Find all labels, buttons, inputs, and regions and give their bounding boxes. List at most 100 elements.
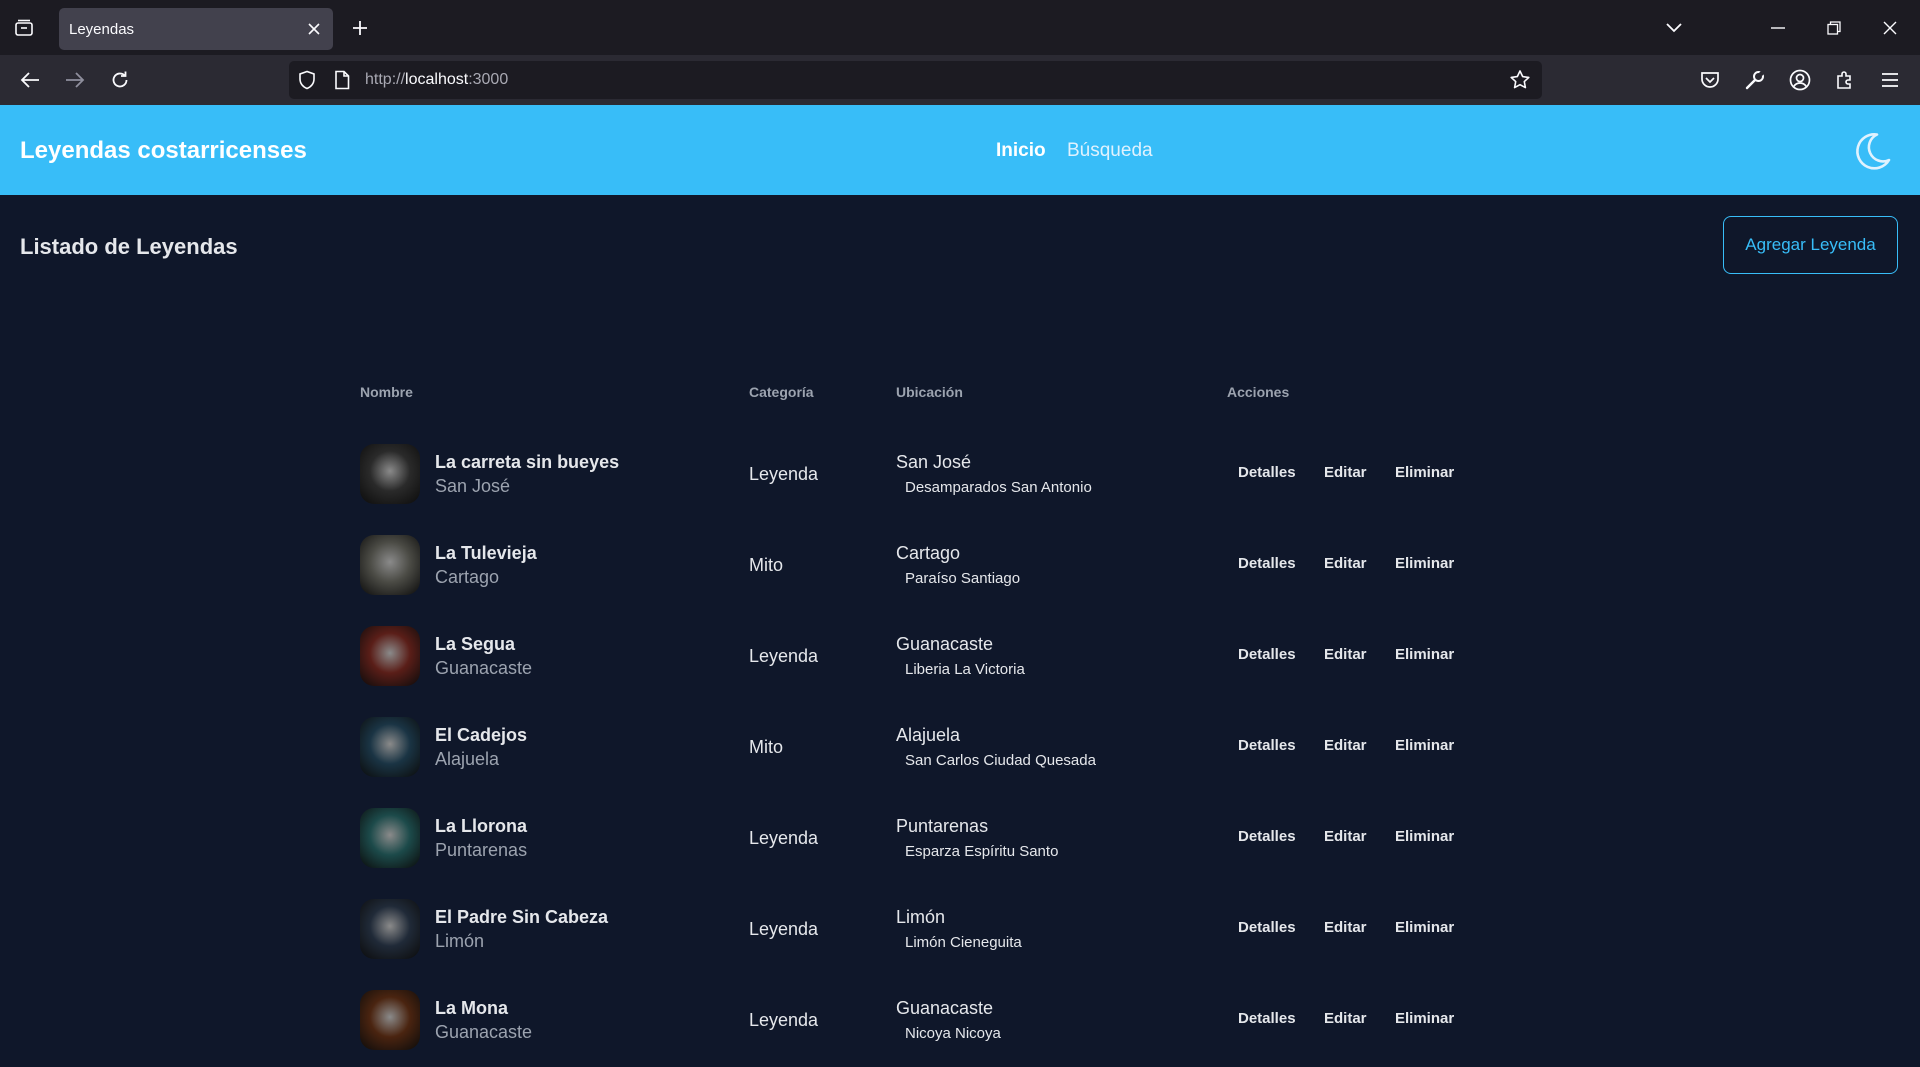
edit-button[interactable]: Editar [1324, 464, 1367, 481]
legend-name: La Mona [435, 998, 509, 1018]
legend-province: Puntarenas [435, 840, 528, 860]
column-header-actions: Acciones [1227, 384, 1290, 400]
location-province: Limón [896, 907, 946, 927]
delete-button[interactable]: Eliminar [1395, 1010, 1454, 1027]
legend-name: La carreta sin bueyes [435, 452, 620, 472]
page-title: Listado de Leyendas [20, 234, 238, 259]
edit-button[interactable]: Editar [1324, 646, 1367, 663]
details-button[interactable]: Detalles [1238, 555, 1296, 572]
tab-list-icon[interactable] [10, 14, 38, 42]
minimize-icon[interactable] [1760, 10, 1796, 46]
delete-button[interactable]: Eliminar [1395, 828, 1454, 845]
extensions-icon[interactable] [1829, 64, 1861, 96]
legend-name: La Segua [435, 634, 516, 654]
reload-icon[interactable] [104, 64, 136, 96]
shield-icon[interactable] [296, 69, 318, 91]
page-icon[interactable] [331, 69, 353, 91]
close-tab-icon[interactable] [301, 16, 327, 42]
location-province: Cartago [896, 543, 961, 563]
nav-link-busqueda[interactable]: Búsqueda [1067, 140, 1153, 162]
location-province: Guanacaste [896, 998, 994, 1018]
location-province: Alajuela [896, 725, 961, 745]
details-button[interactable]: Detalles [1238, 737, 1296, 754]
legend-thumbnail [360, 990, 420, 1050]
legend-province: Limón [435, 931, 485, 951]
location-province: Guanacaste [896, 634, 994, 654]
legend-category: Leyenda [749, 646, 819, 666]
legend-category: Leyenda [749, 919, 819, 939]
table-row: La Tulevieja Cartago Mito Cartago Paraíso Sa… [360, 521, 1460, 612]
close-window-icon[interactable] [1872, 10, 1908, 46]
location-province: San José [896, 452, 972, 472]
url-host: localhost [405, 71, 469, 88]
legend-thumbnail [360, 626, 420, 686]
delete-button[interactable]: Eliminar [1395, 646, 1454, 663]
account-icon[interactable] [1784, 64, 1816, 96]
forward-icon[interactable] [59, 64, 91, 96]
legend-name: El Padre Sin Cabeza [435, 907, 609, 927]
delete-button[interactable]: Eliminar [1395, 919, 1454, 936]
browser-tab-bar: Leyendas [0, 0, 1920, 55]
bookmark-star-icon[interactable] [1509, 69, 1531, 91]
details-button[interactable]: Detalles [1238, 828, 1296, 845]
edit-button[interactable]: Editar [1324, 737, 1367, 754]
legend-province: Guanacaste [435, 658, 533, 678]
legend-name: El Cadejos [435, 725, 528, 745]
legends-table: Nombre Categoría Ubicación Acciones La c… [360, 370, 1460, 1067]
legend-thumbnail [360, 717, 420, 777]
delete-button[interactable]: Eliminar [1395, 555, 1454, 572]
browser-tab[interactable]: Leyendas [59, 8, 333, 50]
table-body: La carreta sin bueyes San José Leyenda San … [360, 430, 1460, 1067]
url-port: :3000 [468, 71, 509, 88]
location-detail: Esparza Espíritu Santo [905, 843, 1059, 860]
location-detail: Limón Cieneguita [905, 934, 1022, 951]
back-icon[interactable] [14, 64, 46, 96]
details-button[interactable]: Detalles [1238, 464, 1296, 481]
url-bar[interactable]: http://localhost:3000 [289, 61, 1542, 99]
location-detail: Paraíso Santiago [905, 570, 1021, 587]
pocket-icon[interactable] [1694, 64, 1726, 96]
tab-title: Leyendas [69, 20, 135, 38]
table-header: Nombre Categoría Ubicación Acciones [360, 370, 1460, 430]
legend-thumbnail [360, 808, 420, 868]
moon-icon[interactable] [1850, 129, 1894, 173]
restore-icon[interactable] [1816, 10, 1852, 46]
details-button[interactable]: Detalles [1238, 1010, 1296, 1027]
column-header-category: Categoría [749, 384, 814, 400]
legend-name: La Tulevieja [435, 543, 537, 563]
menu-icon[interactable] [1874, 64, 1906, 96]
edit-button[interactable]: Editar [1324, 828, 1367, 845]
table-row: La Segua Guanacaste Leyenda Guanacaste Liber… [360, 612, 1460, 703]
table-row: La carreta sin bueyes San José Leyenda San … [360, 430, 1460, 521]
column-header-name: Nombre [360, 384, 413, 400]
legend-province: Cartago [435, 567, 500, 587]
nav-link-inicio[interactable]: Inicio [996, 140, 1046, 162]
legend-category: Mito [749, 737, 784, 757]
edit-button[interactable]: Editar [1324, 1010, 1367, 1027]
legend-name: La Llorona [435, 816, 528, 836]
url-text[interactable]: http://localhost:3000 [365, 71, 508, 89]
table-row: El Padre Sin Cabeza Limón Leyenda Limón Limó… [360, 885, 1460, 976]
location-detail: Nicoya Nicoya [905, 1025, 1001, 1042]
legend-thumbnail [360, 535, 420, 595]
table-row: La Llorona Puntarenas Leyenda Puntarenas Esp… [360, 794, 1460, 885]
legend-thumbnail [360, 444, 420, 504]
edit-button[interactable]: Editar [1324, 555, 1367, 572]
add-legend-button[interactable]: Agregar Leyenda [1723, 216, 1898, 274]
legend-category: Leyenda [749, 828, 819, 848]
details-button[interactable]: Detalles [1238, 919, 1296, 936]
location-province: Puntarenas [896, 816, 989, 836]
legend-thumbnail [360, 899, 420, 959]
wrench-icon[interactable] [1739, 64, 1771, 96]
new-tab-icon[interactable] [346, 14, 374, 42]
column-header-location: Ubicación [896, 384, 963, 400]
legend-category: Mito [749, 555, 784, 575]
tab-overflow-chevron-icon[interactable] [1656, 10, 1692, 46]
delete-button[interactable]: Eliminar [1395, 464, 1454, 481]
table-row: La Mona Guanacaste Leyenda Guanacaste Nicoya… [360, 976, 1460, 1067]
edit-button[interactable]: Editar [1324, 919, 1367, 936]
url-scheme: http:// [365, 71, 406, 88]
details-button[interactable]: Detalles [1238, 646, 1296, 663]
delete-button[interactable]: Eliminar [1395, 737, 1454, 754]
brand-title[interactable]: Leyendas costarricenses [20, 137, 307, 165]
